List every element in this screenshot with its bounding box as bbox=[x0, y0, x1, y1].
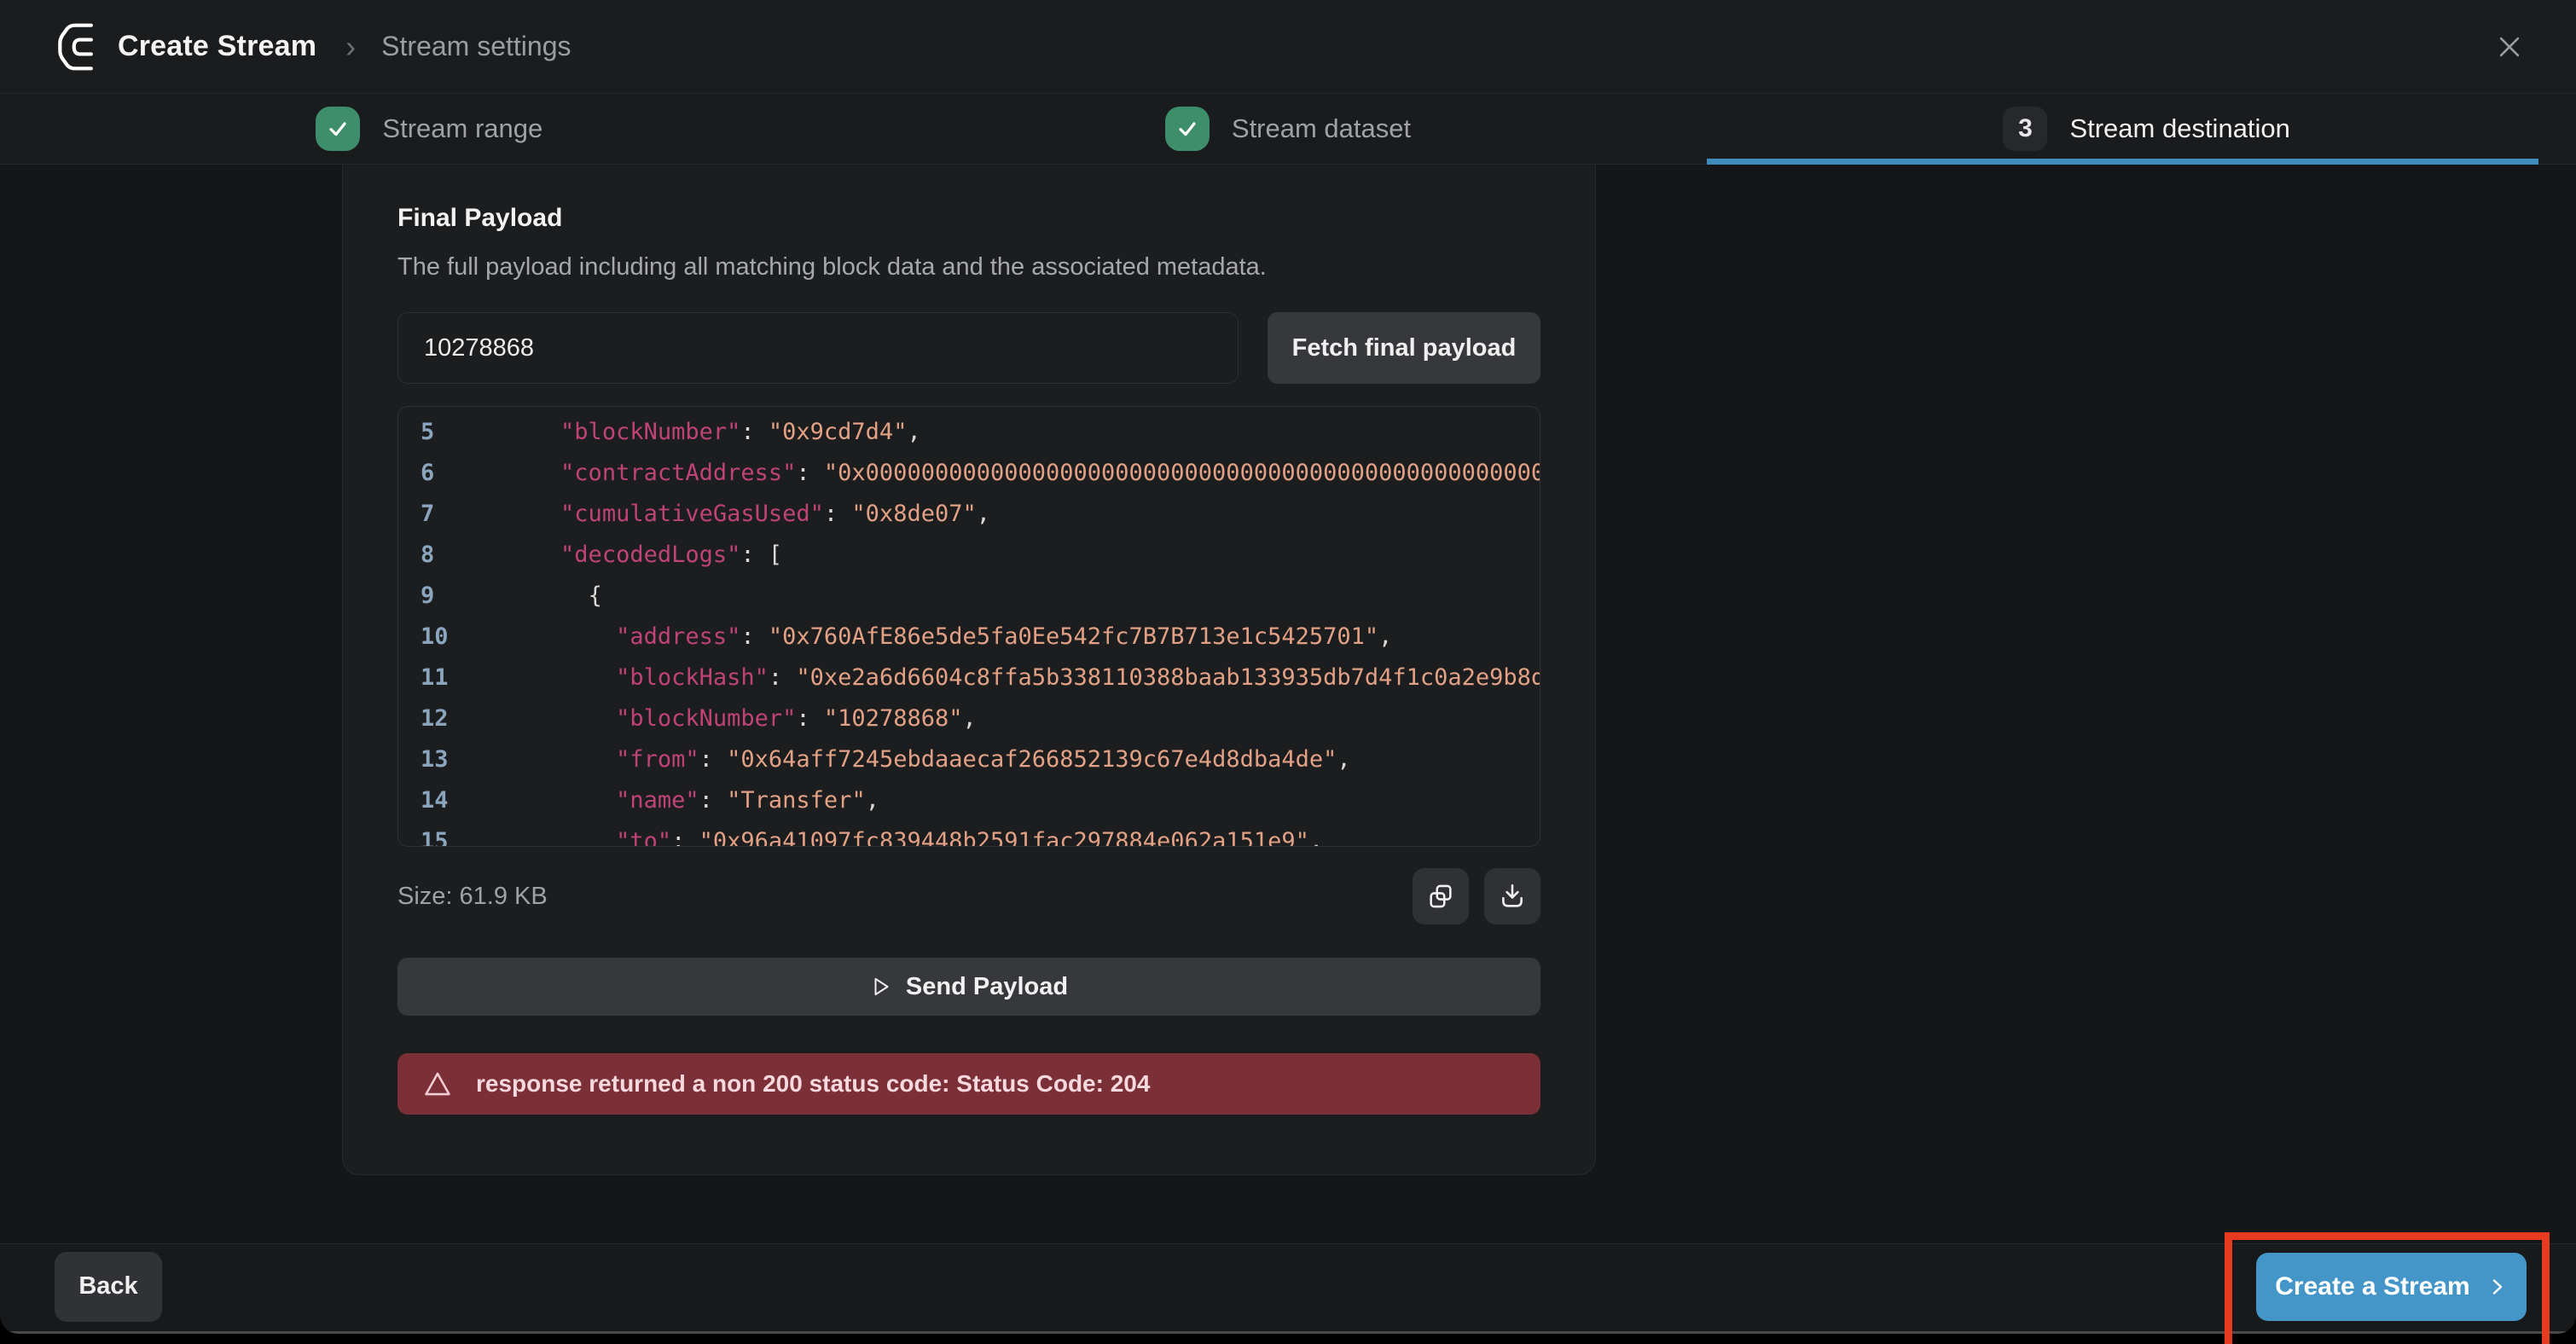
panel-title: Final Payload bbox=[397, 204, 1540, 233]
code-line: 10 "address": "0x760AfE86e5de5fa0Ee542fc… bbox=[398, 617, 1540, 658]
quicknode-logo-icon bbox=[55, 21, 99, 72]
code-line-number: 13 bbox=[398, 739, 450, 780]
payload-size-label: Size: 61.9 KB bbox=[397, 883, 548, 911]
send-payload-label: Send Payload bbox=[906, 973, 1068, 1001]
step-tab-stream-range[interactable]: Stream range bbox=[0, 94, 859, 164]
download-payload-button[interactable] bbox=[1484, 868, 1540, 924]
step-number-badge: 3 bbox=[2003, 107, 2047, 151]
final-payload-panel: Final Payload The full payload including… bbox=[342, 165, 1596, 1175]
create-a-stream-label: Create a Stream bbox=[2275, 1272, 2469, 1301]
modal-header: Create Stream › Stream settings bbox=[0, 0, 2576, 94]
error-message: response returned a non 200 status code:… bbox=[476, 1070, 1150, 1098]
modal-footer: Back Create a Stream bbox=[0, 1243, 2576, 1334]
copy-icon bbox=[1426, 882, 1455, 911]
block-number-input[interactable] bbox=[397, 312, 1239, 384]
step-tab-stream-dataset[interactable]: Stream dataset bbox=[859, 94, 1718, 164]
payload-code-viewer[interactable]: 5 "blockNumber": "0x9cd7d4",6 "contractA… bbox=[397, 406, 1540, 847]
step-tabbar: Stream range Stream dataset 3 Stream destin… bbox=[0, 94, 2576, 165]
code-line: 14 "name": "Transfer", bbox=[398, 780, 1540, 821]
breadcrumb-chevron-icon: › bbox=[345, 29, 356, 65]
code-line-number: 8 bbox=[398, 535, 450, 576]
download-icon bbox=[1498, 882, 1527, 911]
code-line-number: 5 bbox=[398, 412, 450, 453]
code-line: 6 "contractAddress": "0x0000000000000000… bbox=[398, 453, 1540, 494]
code-line: 12 "blockNumber": "10278868", bbox=[398, 698, 1540, 739]
code-line: 9 { bbox=[398, 576, 1540, 617]
code-line: 11 "blockHash": "0xe2a6d6604c8ffa5b33811… bbox=[398, 658, 1540, 698]
step-label: Stream range bbox=[382, 113, 542, 144]
close-icon[interactable] bbox=[2491, 28, 2528, 66]
code-line-number: 6 bbox=[398, 453, 450, 494]
code-line-number: 11 bbox=[398, 658, 450, 698]
create-stream-modal: Create Stream › Stream settings Stream r… bbox=[0, 0, 2576, 1334]
code-line-number: 7 bbox=[398, 494, 450, 535]
step-complete-check-icon bbox=[1165, 107, 1210, 151]
copy-payload-button[interactable] bbox=[1413, 868, 1469, 924]
code-line-number: 9 bbox=[398, 576, 450, 617]
code-line: 7 "cumulativeGasUsed": "0x8de07", bbox=[398, 494, 1540, 535]
code-line-number: 14 bbox=[398, 780, 450, 821]
code-line: 8 "decodedLogs": [ bbox=[398, 535, 1540, 576]
error-banner: response returned a non 200 status code:… bbox=[397, 1053, 1540, 1115]
code-line: 15 "to": "0x96a41097fc839448b2591fac2978… bbox=[398, 821, 1540, 847]
send-payload-button[interactable]: Send Payload bbox=[397, 958, 1540, 1016]
breadcrumb: Stream settings bbox=[381, 31, 571, 62]
code-line-number: 15 bbox=[398, 821, 450, 847]
page-title: Create Stream bbox=[118, 30, 316, 63]
chevron-right-icon bbox=[2487, 1277, 2508, 1297]
code-line: 5 "blockNumber": "0x9cd7d4", bbox=[398, 412, 1540, 453]
code-line-number: 12 bbox=[398, 698, 450, 739]
create-a-stream-button[interactable]: Create a Stream bbox=[2256, 1253, 2527, 1321]
step-label: Stream destination bbox=[2069, 113, 2289, 144]
step-complete-check-icon bbox=[316, 107, 360, 151]
panel-description: The full payload including all matching … bbox=[397, 253, 1540, 281]
warning-triangle-icon bbox=[423, 1069, 452, 1098]
play-icon bbox=[870, 976, 892, 998]
back-button[interactable]: Back bbox=[55, 1252, 162, 1322]
step-tab-stream-destination[interactable]: 3 Stream destination bbox=[1717, 94, 2576, 164]
window-bottom-edge bbox=[0, 1331, 2576, 1334]
fetch-final-payload-button[interactable]: Fetch final payload bbox=[1268, 312, 1540, 384]
step-label: Stream dataset bbox=[1232, 113, 1411, 144]
code-line: 13 "from": "0x64aff7245ebdaaecaf26685213… bbox=[398, 739, 1540, 780]
code-line-number: 10 bbox=[398, 617, 450, 658]
